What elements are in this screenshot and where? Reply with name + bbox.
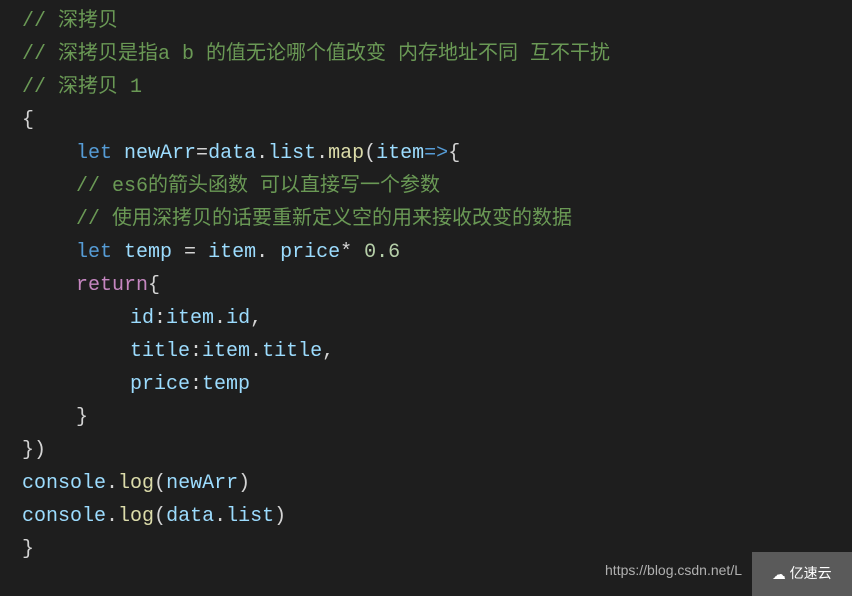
property: price xyxy=(280,241,340,264)
dot: . xyxy=(256,142,268,165)
param: item xyxy=(376,142,424,165)
brand-text: 亿速云 xyxy=(790,562,832,585)
variable: newArr xyxy=(124,142,196,165)
property: title xyxy=(130,340,190,363)
comment-line: // 使用深拷贝的话要重新定义空的用来接收改变的数据 xyxy=(22,203,852,236)
property: id xyxy=(226,307,250,330)
arrow: => xyxy=(424,142,448,165)
brace-close: } xyxy=(22,401,852,434)
variable: temp xyxy=(124,241,172,264)
paren: ) xyxy=(274,505,286,528)
paren: ( xyxy=(154,505,166,528)
operator: = xyxy=(172,241,208,264)
dot: . xyxy=(214,505,226,528)
code-line: console.log(data.list) xyxy=(22,500,852,533)
brace: { xyxy=(448,142,460,165)
colon: : xyxy=(154,307,166,330)
watermark-logo: ☁ 亿速云 xyxy=(752,552,852,596)
comment-line: // 深拷贝 xyxy=(22,5,852,38)
property: title xyxy=(262,340,322,363)
variable: data xyxy=(208,142,256,165)
dot: . xyxy=(316,142,328,165)
comment-line: // 深拷贝是指a b 的值无论哪个值改变 内存地址不同 互不干扰 xyxy=(22,38,852,71)
variable: item xyxy=(202,340,250,363)
method: map xyxy=(328,142,364,165)
colon: : xyxy=(190,373,202,396)
dot: . xyxy=(250,340,262,363)
method: log xyxy=(118,505,154,528)
variable: temp xyxy=(202,373,250,396)
method: log xyxy=(118,472,154,495)
paren: ) xyxy=(238,472,250,495)
cloud-icon: ☁ xyxy=(772,556,785,592)
brace: { xyxy=(148,274,160,297)
dot: . xyxy=(106,505,118,528)
paren: ( xyxy=(364,142,376,165)
comment-line: // es6的箭头函数 可以直接写一个参数 xyxy=(22,170,852,203)
code-line: id:item.id, xyxy=(22,302,852,335)
console: console xyxy=(22,505,106,528)
dot: . xyxy=(256,241,280,264)
variable: item xyxy=(166,307,214,330)
brace-open: { xyxy=(22,104,852,137)
property: id xyxy=(130,307,154,330)
comma: , xyxy=(250,307,262,330)
dot: . xyxy=(106,472,118,495)
keyword-let: let xyxy=(76,142,112,165)
code-line: let temp = item. price* 0.6 xyxy=(22,236,852,269)
operator: * xyxy=(340,241,364,264)
paren: ( xyxy=(154,472,166,495)
code-line: console.log(newArr) xyxy=(22,467,852,500)
code-line: title:item.title, xyxy=(22,335,852,368)
variable: item xyxy=(208,241,256,264)
number-literal: 0.6 xyxy=(364,241,400,264)
colon: : xyxy=(190,340,202,363)
property: list xyxy=(268,142,316,165)
variable: newArr xyxy=(166,472,238,495)
keyword-return: return xyxy=(76,274,148,297)
code-block: // 深拷贝 // 深拷贝是指a b 的值无论哪个值改变 内存地址不同 互不干扰… xyxy=(22,5,852,566)
watermark-url: https://blog.csdn.net/L xyxy=(605,559,742,582)
code-line: let newArr=data.list.map(item=>{ xyxy=(22,137,852,170)
comma: , xyxy=(322,340,334,363)
console: console xyxy=(22,472,106,495)
dot: . xyxy=(214,307,226,330)
close-paren: }) xyxy=(22,434,852,467)
property: list xyxy=(226,505,274,528)
operator: = xyxy=(196,142,208,165)
keyword-let: let xyxy=(76,241,112,264)
code-line: return{ xyxy=(22,269,852,302)
code-line: price:temp xyxy=(22,368,852,401)
variable: data xyxy=(166,505,214,528)
comment-line: // 深拷贝 1 xyxy=(22,71,852,104)
property: price xyxy=(130,373,190,396)
